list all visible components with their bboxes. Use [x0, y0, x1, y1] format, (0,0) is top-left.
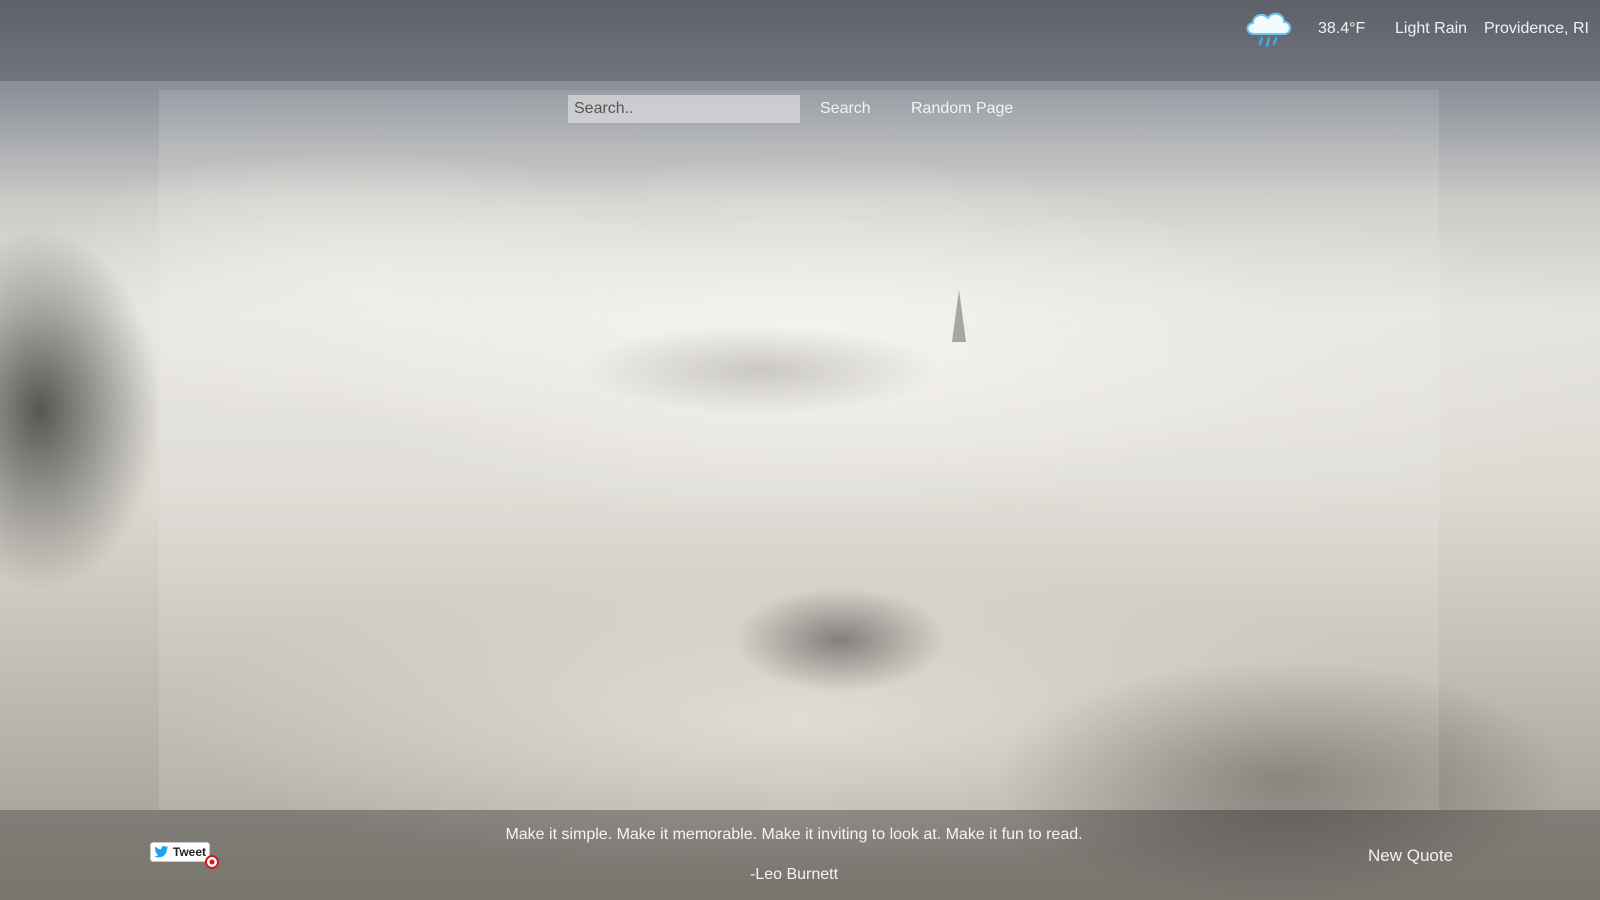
search-input[interactable]	[568, 95, 800, 123]
temperature: 38.4°F	[1318, 20, 1366, 37]
cloud-rain-icon	[1246, 12, 1291, 48]
weather-condition: Light Rain	[1395, 20, 1468, 37]
random-page-button[interactable]: Random Page	[911, 100, 1013, 118]
tweet-button[interactable]: Tweet	[150, 842, 210, 862]
search-button[interactable]: Search	[820, 100, 871, 118]
tweet-label: Tweet	[172, 845, 206, 859]
new-quote-button[interactable]: New Quote	[1368, 846, 1453, 866]
content-panel	[159, 90, 1439, 810]
weather-bar: 38.4°F Light Rain Providence, RI	[0, 0, 1600, 81]
twitter-bird-icon	[154, 845, 169, 858]
quote-bar	[0, 810, 1600, 900]
location: Providence, RI	[1484, 20, 1589, 37]
quote-author: -Leo Burnett	[749, 866, 839, 883]
quote-text: Make it simple. Make it memorable. Make …	[505, 826, 1083, 843]
